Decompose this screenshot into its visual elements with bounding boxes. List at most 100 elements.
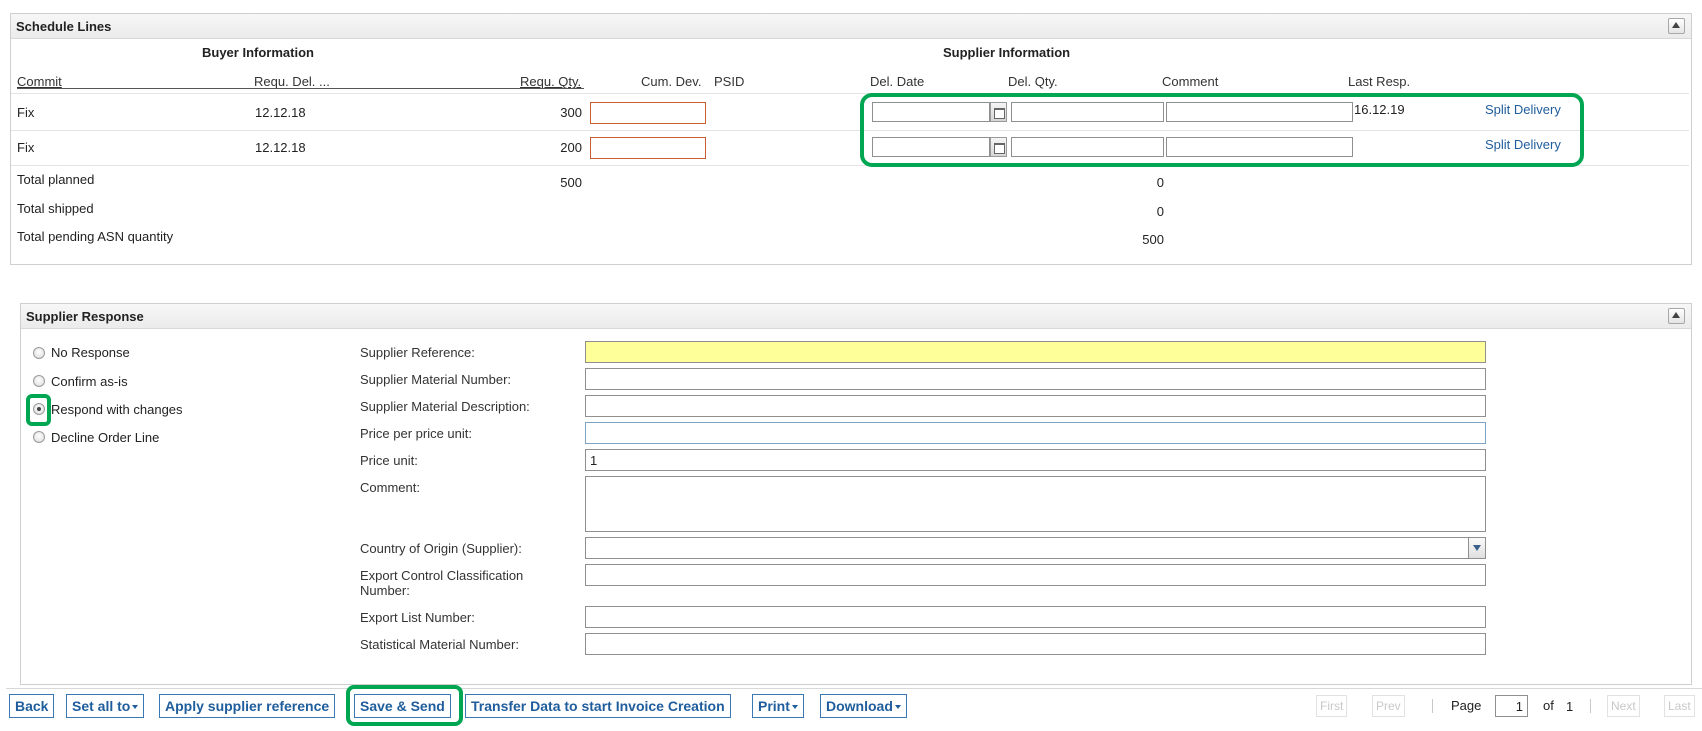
total-shipped-supplier-value: 0 — [1156, 204, 1164, 219]
page-label: Page — [1451, 698, 1482, 713]
statistical-material-number-label: Statistical Material Number: — [360, 637, 519, 652]
row-1-cum-dev-input[interactable] — [590, 102, 706, 124]
row-1-requ-del: 12.12.18 — [255, 105, 306, 120]
row-2-calendar-icon[interactable] — [990, 137, 1007, 157]
row-1-requ-qty: 300 — [560, 105, 582, 120]
supplier-information-heading: Supplier Information — [943, 45, 1071, 60]
column-del-date: Del. Date — [870, 74, 925, 89]
save-send-button[interactable]: Save & Send — [354, 694, 451, 718]
buyer-information-heading: Buyer Information — [202, 45, 314, 60]
no-response-label[interactable]: No Response — [51, 345, 130, 360]
buyer-header-underline — [17, 88, 584, 89]
caret-down-icon — [894, 705, 901, 710]
column-comment: Comment — [1162, 74, 1219, 89]
caret-down-icon — [132, 705, 139, 710]
back-button[interactable]: Back — [9, 694, 55, 718]
country-of-origin-label: Country of Origin (Supplier): — [360, 541, 522, 556]
row-1-commit: Fix — [17, 105, 35, 120]
set-all-to-label: Set all to — [72, 698, 131, 714]
download-label: Download — [826, 698, 893, 714]
column-requ-del[interactable]: Requ. Del. ... — [254, 74, 330, 89]
supplier-material-number-label: Supplier Material Number: — [360, 372, 512, 387]
collapse-schedule-lines-button[interactable] — [1668, 18, 1685, 34]
transfer-data-button[interactable]: Transfer Data to start Invoice Creation — [465, 694, 731, 718]
confirm-as-is-radio[interactable] — [33, 375, 45, 387]
row-divider — [11, 130, 1689, 131]
column-commit[interactable]: Commit — [17, 74, 62, 89]
pagination-divider — [1432, 699, 1433, 713]
supplier-reference-input[interactable] — [585, 341, 1486, 363]
row-1-last-resp: 16.12.19 — [1354, 102, 1405, 117]
row-2-requ-qty: 200 — [560, 140, 582, 155]
column-psid: PSID — [714, 74, 745, 89]
row-1-del-qty-input[interactable] — [1011, 102, 1164, 122]
total-shipped-label: Total shipped — [17, 201, 94, 216]
supplier-material-description-input[interactable] — [585, 395, 1486, 417]
row-2-del-date-input[interactable] — [872, 137, 990, 157]
price-unit-label: Price unit: — [360, 453, 418, 468]
supplier-response-header: Supplier Response — [21, 304, 1691, 329]
collapse-supplier-response-button[interactable] — [1668, 308, 1685, 324]
row-2-split-delivery-link[interactable]: Split Delivery — [1485, 137, 1561, 152]
price-per-price-unit-label: Price per price unit: — [360, 426, 472, 441]
row-1-calendar-icon[interactable] — [990, 102, 1007, 122]
export-control-input[interactable] — [585, 564, 1486, 586]
total-planned-label: Total planned — [17, 172, 95, 187]
download-button[interactable]: Download — [820, 694, 907, 718]
total-pending-asn-supplier-value: 500 — [1142, 232, 1164, 247]
country-of-origin-select[interactable] — [585, 537, 1486, 559]
respond-with-changes-radio[interactable] — [33, 403, 45, 415]
pagination-divider — [1590, 699, 1591, 713]
no-response-radio[interactable] — [33, 347, 45, 359]
statistical-material-number-input[interactable] — [585, 633, 1486, 655]
confirm-as-is-label[interactable]: Confirm as-is — [51, 374, 128, 389]
row-2-comment-input[interactable] — [1166, 137, 1353, 157]
toolbar-top-border — [6, 688, 1702, 689]
row-1-del-date-input[interactable] — [872, 102, 990, 122]
export-list-number-label: Export List Number: — [360, 610, 475, 625]
apply-supplier-reference-button[interactable]: Apply supplier reference — [159, 694, 336, 718]
comment-label: Comment: — [360, 480, 420, 495]
respond-with-changes-label[interactable]: Respond with changes — [51, 402, 183, 417]
first-page-button[interactable]: First — [1316, 695, 1348, 717]
column-del-qty: Del. Qty. — [1008, 74, 1058, 89]
total-pages: 1 — [1566, 699, 1574, 714]
print-label: Print — [758, 698, 790, 714]
schedule-lines-title: Schedule Lines — [16, 19, 112, 34]
row-2-requ-del: 12.12.18 — [255, 140, 306, 155]
total-planned-supplier-value: 0 — [1156, 175, 1164, 190]
comment-textarea[interactable] — [585, 476, 1486, 532]
row-2-del-qty-input[interactable] — [1011, 137, 1164, 157]
supplier-response-title: Supplier Response — [26, 309, 144, 324]
row-1-comment-input[interactable] — [1166, 102, 1353, 122]
export-control-label: Export Control Classification Number: — [360, 568, 524, 598]
column-requ-qty[interactable]: Requ. Qty. — [520, 74, 581, 89]
total-pending-asn-label: Total pending ASN quantity — [17, 229, 174, 244]
supplier-material-description-label: Supplier Material Description: — [360, 399, 530, 414]
set-all-to-button[interactable]: Set all to — [66, 694, 145, 718]
last-page-button[interactable]: Last — [1664, 695, 1695, 717]
decline-order-line-radio[interactable] — [33, 431, 45, 443]
supplier-reference-label: Supplier Reference: — [360, 345, 475, 360]
row-2-commit: Fix — [17, 140, 35, 155]
price-unit-input[interactable] — [585, 449, 1486, 471]
caret-down-icon — [791, 705, 798, 710]
decline-order-line-label[interactable]: Decline Order Line — [51, 430, 159, 445]
row-2-cum-dev-input[interactable] — [590, 137, 706, 159]
next-page-button[interactable]: Next — [1607, 695, 1640, 717]
schedule-lines-header: Schedule Lines — [11, 14, 1691, 39]
price-per-price-unit-input[interactable] — [585, 422, 1486, 444]
of-label: of — [1543, 698, 1554, 713]
row-1-split-delivery-link[interactable]: Split Delivery — [1485, 102, 1561, 117]
column-cum-dev: Cum. Dev. — [641, 74, 702, 89]
supplier-material-number-input[interactable] — [585, 368, 1486, 390]
current-page-input[interactable] — [1495, 695, 1528, 717]
row-divider — [11, 93, 1689, 94]
export-list-number-input[interactable] — [585, 606, 1486, 628]
prev-page-button[interactable]: Prev — [1372, 695, 1405, 717]
total-planned-buyer-value: 500 — [560, 175, 582, 190]
print-button[interactable]: Print — [752, 694, 804, 718]
chevron-down-icon[interactable] — [1468, 538, 1485, 558]
row-divider — [11, 165, 1689, 166]
column-last-resp: Last Resp. — [1348, 74, 1411, 89]
